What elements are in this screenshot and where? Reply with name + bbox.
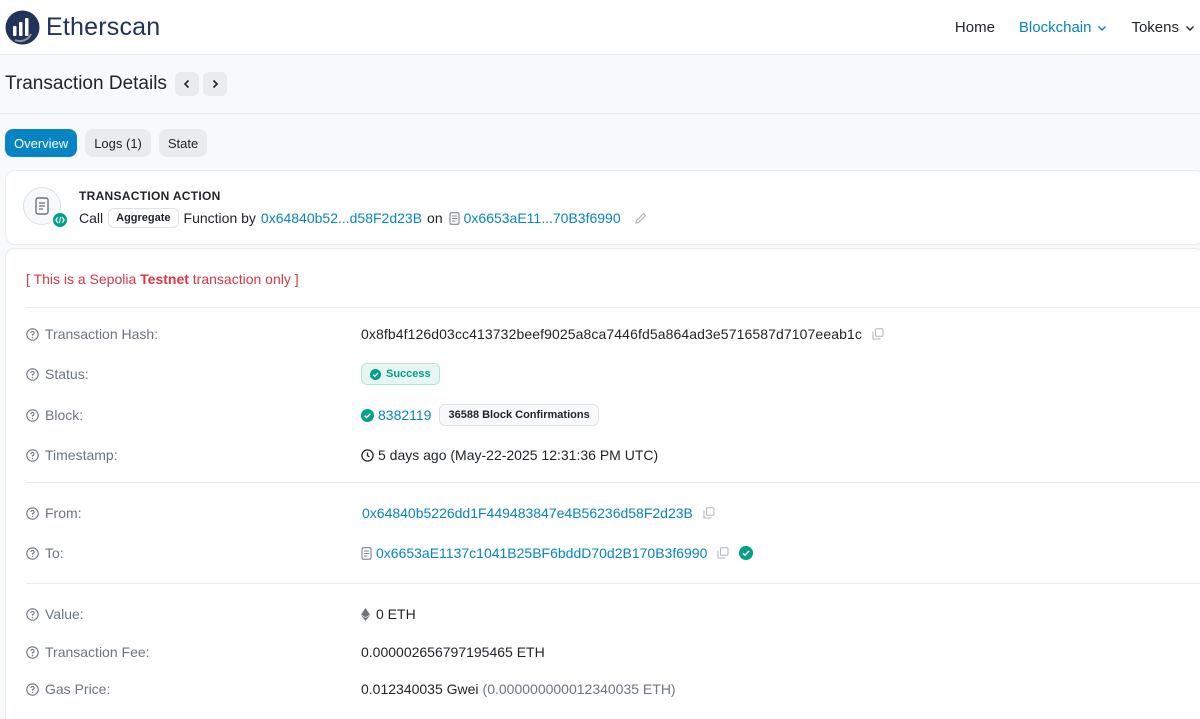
check-circle-icon (370, 368, 381, 380)
chevron-left-icon (183, 79, 189, 89)
help-icon[interactable] (26, 607, 39, 621)
tab-logs[interactable]: Logs (1) (85, 129, 151, 157)
nav-tokens-label: Tokens (1131, 19, 1179, 36)
method-badge: Aggregate (108, 208, 179, 228)
brand-name: Etherscan (46, 13, 161, 41)
heading-divider (0, 113, 1200, 114)
gas-price-row: Gas Price: 0.012340035 Gwei (0.000000000… (26, 678, 1196, 700)
previous-transaction-button[interactable] (174, 72, 199, 96)
clock-icon (361, 448, 374, 462)
to-address-link[interactable]: 0x6653aE1137c1041B25BF6bddD70d2B170B3f69… (376, 545, 707, 561)
value-amount: 0 ETH (376, 606, 416, 622)
testnet-notice-suffix: transaction only ] (188, 271, 299, 287)
help-icon[interactable] (26, 367, 39, 381)
value-label: Value: (45, 606, 84, 622)
block-number-link[interactable]: 8382119 (378, 407, 431, 423)
status-value: Success (386, 368, 431, 380)
top-navbar: Etherscan Home Blockchain Tokens (0, 0, 1200, 55)
status-label: Status: (45, 366, 89, 382)
page-title: Transaction Details (5, 73, 167, 94)
function-by-text: Function by (183, 210, 256, 226)
help-icon[interactable] (26, 408, 39, 422)
nav-tokens[interactable]: Tokens (1131, 19, 1195, 36)
action-on-text: on (427, 210, 443, 226)
nav-blockchain[interactable]: Blockchain (1019, 19, 1108, 36)
from-row: From: 0x64840b5226dd1F449483847e4B56236d… (26, 502, 1196, 524)
contract-icon (361, 546, 372, 560)
copy-icon[interactable] (703, 507, 715, 519)
transaction-fee-value: 0.000002656797195465 ETH (361, 644, 545, 660)
gas-price-label: Gas Price: (45, 681, 111, 697)
check-circle-icon (361, 408, 374, 422)
ethereum-icon (361, 607, 370, 621)
transaction-fee-row: Transaction Fee: 0.000002656797195465 ET… (26, 641, 1196, 663)
transaction-details-card: [ This is a Sepolia Testnet transaction … (5, 248, 1200, 719)
transaction-fee-label: Transaction Fee: (45, 644, 150, 660)
timestamp-label: Timestamp: (45, 447, 118, 463)
help-icon[interactable] (26, 506, 39, 520)
divider (26, 482, 1200, 483)
next-transaction-button[interactable] (202, 72, 227, 96)
action-to-address-link[interactable]: 0x6653aE11...70B3f6990 (464, 210, 621, 226)
gas-price-eth: (0.000000000012340035 ETH) (482, 681, 676, 697)
to-label: To: (45, 545, 64, 561)
etherscan-logo-icon (5, 10, 40, 45)
tab-overview[interactable]: Overview (5, 129, 78, 157)
page-heading: Transaction Details (5, 70, 227, 98)
etherscan-logo[interactable]: Etherscan (5, 10, 160, 45)
tab-state[interactable]: State (158, 129, 208, 157)
pencil-icon[interactable] (634, 211, 648, 225)
nav-blockchain-label: Blockchain (1018, 19, 1092, 36)
status-badge: Success (361, 363, 440, 385)
copy-icon[interactable] (872, 328, 884, 340)
to-row: To: 0x6653aE1137c1041B25BF6bddD70d2B170B… (26, 542, 1196, 564)
testnet-notice-strong: Testnet (140, 271, 189, 287)
gas-price-gwei: 0.012340035 Gwei (361, 681, 479, 697)
code-icon (51, 211, 69, 229)
help-icon[interactable] (26, 645, 39, 659)
transaction-action-card: TRANSACTION ACTION Call Aggregate Functi… (5, 170, 1200, 245)
testnet-notice-prefix: [ This is a Sepolia (26, 271, 141, 287)
testnet-notice: [ This is a Sepolia Testnet transaction … (26, 271, 299, 287)
transaction-hash-label: Transaction Hash: (45, 326, 159, 342)
main-nav: Home Blockchain Tokens (931, 0, 1200, 55)
nav-home[interactable]: Home (955, 19, 995, 36)
verified-check-icon (739, 546, 754, 560)
divider (26, 307, 1200, 308)
transaction-hash-value: 0x8fb4f126d03cc413732beef9025a8ca7446fd5… (361, 326, 862, 342)
from-address-link[interactable]: 0x64840b5226dd1F449483847e4B56236d58F2d2… (362, 505, 693, 521)
help-icon[interactable] (26, 448, 39, 462)
divider (26, 583, 1200, 584)
timestamp-row: Timestamp: 5 days ago (May-22-2025 12:31… (26, 444, 1196, 466)
action-from-address-link[interactable]: 0x64840b52...d58F2d23B (261, 210, 422, 226)
transaction-action-summary: Call Aggregate Function by 0x64840b52...… (79, 206, 648, 230)
help-icon[interactable] (26, 546, 39, 560)
contract-icon (449, 211, 460, 225)
transaction-hash-row: Transaction Hash: 0x8fb4f126d03cc413732b… (26, 323, 1196, 345)
help-icon[interactable] (26, 327, 39, 341)
block-label: Block: (45, 407, 84, 423)
value-row: Value: 0 ETH (26, 603, 1196, 625)
tab-bar: Overview Logs (1) State (5, 129, 215, 157)
status-row: Status: Success (26, 363, 1196, 385)
block-row: Block: 8382119 36588 Block Confirmations (26, 404, 1196, 426)
chevron-right-icon (212, 79, 219, 89)
action-call-text: Call (79, 210, 104, 226)
chevron-down-icon (1098, 25, 1107, 31)
from-label: From: (45, 505, 82, 521)
block-confirmations-badge: 36588 Block Confirmations (439, 404, 599, 426)
help-icon[interactable] (26, 682, 39, 696)
chevron-down-icon (1186, 25, 1194, 31)
transaction-action-heading: TRANSACTION ACTION (79, 189, 221, 203)
copy-icon[interactable] (717, 547, 729, 559)
timestamp-value: 5 days ago (May-22-2025 12:31:36 PM UTC) (378, 447, 659, 463)
